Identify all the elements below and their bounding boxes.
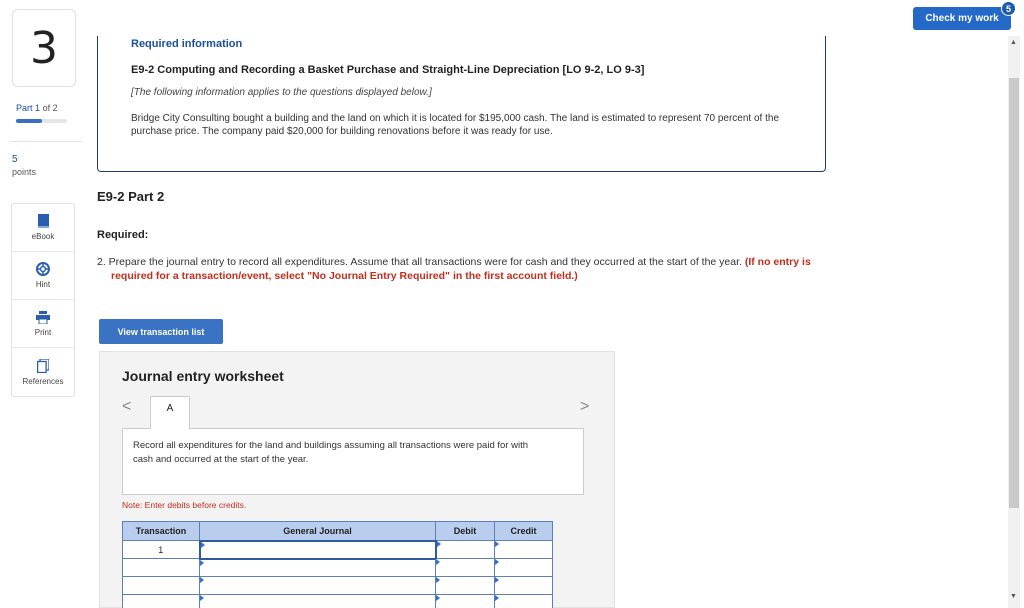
- instruction-text: 2. Prepare the journal entry to record a…: [97, 255, 827, 283]
- col-general-journal: General Journal: [199, 521, 436, 541]
- scrollbar-thumb[interactable]: [1009, 78, 1019, 508]
- view-transaction-list-button[interactable]: View transaction list: [99, 319, 223, 344]
- hint-button[interactable]: Hint: [12, 252, 74, 300]
- required-info-heading: Required information: [131, 38, 243, 50]
- credit-input[interactable]: [494, 540, 553, 559]
- document-icon: [36, 358, 50, 373]
- worksheet-instruction: Record all expenditures for the land and…: [133, 440, 528, 465]
- col-credit: Credit: [494, 521, 553, 541]
- worksheet-instruction-panel: Record all expenditures for the land and…: [122, 428, 584, 495]
- col-debit: Debit: [435, 521, 495, 541]
- credit-input[interactable]: [494, 558, 553, 577]
- credit-input[interactable]: [494, 576, 553, 595]
- table-row: 1: [122, 539, 553, 560]
- table-row: [122, 558, 553, 577]
- credit-input[interactable]: [494, 594, 553, 608]
- scroll-up-arrow[interactable]: ▲: [1010, 39, 1017, 46]
- worksheet-title: Journal entry worksheet: [122, 368, 284, 384]
- points-info: 5 points: [12, 153, 36, 179]
- general-journal-input[interactable]: [199, 576, 436, 595]
- print-button[interactable]: Print: [12, 300, 74, 348]
- question-number: 3: [12, 9, 76, 87]
- required-label: Required:: [97, 229, 149, 241]
- exercise-title: E9-2 Computing and Recording a Basket Pu…: [131, 64, 645, 76]
- transaction-cell: [122, 576, 200, 595]
- points-value: 5: [12, 154, 18, 165]
- info-note: [The following information applies to th…: [131, 87, 432, 98]
- scrollbar[interactable]: ▲ ▼: [1008, 36, 1020, 608]
- journal-table: Transaction General Journal Debit Credit…: [122, 521, 553, 608]
- prev-entry-arrow[interactable]: <: [122, 398, 131, 416]
- tab-a[interactable]: A: [150, 396, 190, 429]
- general-journal-input[interactable]: [198, 539, 437, 560]
- book-icon: [36, 214, 50, 228]
- required-info-box: Required information E9-2 Computing and …: [97, 36, 826, 172]
- col-transaction: Transaction: [122, 521, 200, 541]
- references-label: References: [22, 376, 64, 386]
- part-indicator: Part 1 of 2: [16, 103, 58, 113]
- next-entry-arrow[interactable]: >: [580, 398, 589, 416]
- debit-input[interactable]: [435, 540, 495, 559]
- part-label: Part: [16, 103, 33, 113]
- part-heading: E9-2 Part 2: [97, 189, 165, 204]
- rail-divider: [10, 141, 82, 142]
- references-button[interactable]: References: [12, 348, 74, 396]
- ebook-label: eBook: [31, 232, 55, 241]
- transaction-cell: [122, 558, 200, 577]
- hint-label: Hint: [35, 280, 51, 289]
- part-progress-bar: [16, 119, 67, 123]
- scroll-down-arrow[interactable]: ▼: [1010, 593, 1017, 600]
- transaction-cell: 1: [122, 540, 200, 559]
- table-row: [122, 594, 553, 608]
- general-journal-input[interactable]: [199, 594, 436, 608]
- part-number: 1: [35, 103, 41, 113]
- points-label: points: [12, 167, 37, 177]
- journal-header-row: Transaction General Journal Debit Credit: [122, 521, 553, 541]
- debit-input[interactable]: [435, 576, 495, 595]
- info-paragraph: Bridge City Consulting bought a building…: [131, 113, 780, 137]
- general-journal-input[interactable]: [199, 558, 436, 577]
- worksheet-note: Note: Enter debits before credits.: [122, 500, 247, 510]
- part-progress-fill: [16, 119, 42, 123]
- debit-input[interactable]: [435, 594, 495, 608]
- table-row: [122, 576, 553, 595]
- ebook-button[interactable]: eBook: [12, 204, 74, 252]
- instruction-main: 2. Prepare the journal entry to record a…: [97, 256, 742, 268]
- journal-entry-worksheet: Journal entry worksheet < A > Record all…: [99, 351, 615, 608]
- debit-input[interactable]: [435, 558, 495, 577]
- print-label: Print: [34, 328, 52, 337]
- check-my-work-button[interactable]: Check my work: [913, 7, 1011, 30]
- part-of: of 2: [42, 103, 58, 113]
- transaction-cell: [122, 594, 200, 608]
- check-count-badge: 5: [1001, 1, 1016, 16]
- printer-icon: [36, 310, 50, 324]
- lifebuoy-icon: [36, 262, 50, 276]
- tools-panel: eBook Hint Print References: [11, 203, 75, 397]
